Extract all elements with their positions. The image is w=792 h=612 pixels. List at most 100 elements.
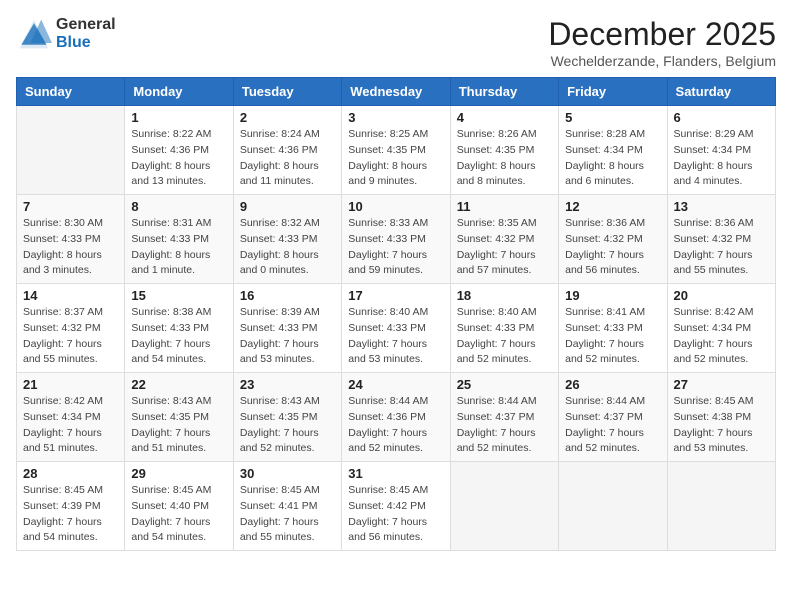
- day-info: Sunrise: 8:45 AMSunset: 4:39 PMDaylight:…: [23, 483, 118, 546]
- day-number: 9: [240, 199, 335, 214]
- day-info: Sunrise: 8:43 AMSunset: 4:35 PMDaylight:…: [240, 394, 335, 457]
- day-number: 14: [23, 288, 118, 303]
- calendar-cell: 7 Sunrise: 8:30 AMSunset: 4:33 PMDaylight…: [17, 195, 125, 284]
- weekday-header: Tuesday: [233, 78, 341, 106]
- calendar-table: SundayMondayTuesdayWednesdayThursdayFrid…: [16, 77, 776, 551]
- calendar-cell: 13 Sunrise: 8:36 AMSunset: 4:32 PMDayligh…: [667, 195, 775, 284]
- weekday-header: Saturday: [667, 78, 775, 106]
- day-info: Sunrise: 8:44 AMSunset: 4:37 PMDaylight:…: [457, 394, 552, 457]
- calendar-cell: 22 Sunrise: 8:43 AMSunset: 4:35 PMDayligh…: [125, 373, 233, 462]
- day-number: 15: [131, 288, 226, 303]
- day-info: Sunrise: 8:45 AMSunset: 4:42 PMDaylight:…: [348, 483, 443, 546]
- day-info: Sunrise: 8:45 AMSunset: 4:38 PMDaylight:…: [674, 394, 769, 457]
- day-number: 18: [457, 288, 552, 303]
- calendar-cell: 9 Sunrise: 8:32 AMSunset: 4:33 PMDaylight…: [233, 195, 341, 284]
- day-number: 17: [348, 288, 443, 303]
- calendar-cell: [667, 462, 775, 551]
- day-info: Sunrise: 8:30 AMSunset: 4:33 PMDaylight:…: [23, 216, 118, 279]
- calendar-cell: [17, 106, 125, 195]
- day-number: 19: [565, 288, 660, 303]
- weekday-header: Friday: [559, 78, 667, 106]
- weekday-header: Thursday: [450, 78, 558, 106]
- calendar-cell: 21 Sunrise: 8:42 AMSunset: 4:34 PMDayligh…: [17, 373, 125, 462]
- day-info: Sunrise: 8:36 AMSunset: 4:32 PMDaylight:…: [674, 216, 769, 279]
- calendar-week-row: 1Sunrise: 8:22 AMSunset: 4:36 PMDaylight…: [17, 106, 776, 195]
- calendar-cell: 3Sunrise: 8:25 AMSunset: 4:35 PMDaylight…: [342, 106, 450, 195]
- day-number: 27: [674, 377, 769, 392]
- calendar-cell: 31 Sunrise: 8:45 AMSunset: 4:42 PMDayligh…: [342, 462, 450, 551]
- calendar-week-row: 7 Sunrise: 8:30 AMSunset: 4:33 PMDaylight…: [17, 195, 776, 284]
- calendar-week-row: 21 Sunrise: 8:42 AMSunset: 4:34 PMDayligh…: [17, 373, 776, 462]
- day-number: 5: [565, 110, 660, 125]
- day-number: 10: [348, 199, 443, 214]
- calendar-cell: 18 Sunrise: 8:40 AMSunset: 4:33 PMDayligh…: [450, 284, 558, 373]
- calendar-cell: 23 Sunrise: 8:43 AMSunset: 4:35 PMDayligh…: [233, 373, 341, 462]
- day-info: Sunrise: 8:35 AMSunset: 4:32 PMDaylight:…: [457, 216, 552, 279]
- day-info: Sunrise: 8:44 AMSunset: 4:36 PMDaylight:…: [348, 394, 443, 457]
- calendar-cell: 12 Sunrise: 8:36 AMSunset: 4:32 PMDayligh…: [559, 195, 667, 284]
- day-info: Sunrise: 8:28 AMSunset: 4:34 PMDaylight:…: [565, 127, 660, 190]
- calendar-cell: [450, 462, 558, 551]
- calendar-cell: 25 Sunrise: 8:44 AMSunset: 4:37 PMDayligh…: [450, 373, 558, 462]
- day-info: Sunrise: 8:40 AMSunset: 4:33 PMDaylight:…: [457, 305, 552, 368]
- day-number: 7: [23, 199, 118, 214]
- day-info: Sunrise: 8:42 AMSunset: 4:34 PMDaylight:…: [23, 394, 118, 457]
- day-number: 13: [674, 199, 769, 214]
- calendar-cell: 19 Sunrise: 8:41 AMSunset: 4:33 PMDayligh…: [559, 284, 667, 373]
- calendar-cell: 5 Sunrise: 8:28 AMSunset: 4:34 PMDaylight…: [559, 106, 667, 195]
- day-info: Sunrise: 8:45 AMSunset: 4:41 PMDaylight:…: [240, 483, 335, 546]
- day-info: Sunrise: 8:41 AMSunset: 4:33 PMDaylight:…: [565, 305, 660, 368]
- calendar-cell: 6Sunrise: 8:29 AMSunset: 4:34 PMDaylight…: [667, 106, 775, 195]
- day-info: Sunrise: 8:25 AMSunset: 4:35 PMDaylight:…: [348, 127, 443, 190]
- day-info: Sunrise: 8:45 AMSunset: 4:40 PMDaylight:…: [131, 483, 226, 546]
- calendar-cell: 29 Sunrise: 8:45 AMSunset: 4:40 PMDayligh…: [125, 462, 233, 551]
- calendar-header-row: SundayMondayTuesdayWednesdayThursdayFrid…: [17, 78, 776, 106]
- day-number: 6: [674, 110, 769, 125]
- calendar-cell: 30Sunrise: 8:45 AMSunset: 4:41 PMDayligh…: [233, 462, 341, 551]
- day-number: 2: [240, 110, 335, 125]
- page-header: General Blue December 2025 Wechelderzand…: [16, 16, 776, 69]
- day-number: 20: [674, 288, 769, 303]
- weekday-header: Sunday: [17, 78, 125, 106]
- calendar-cell: 2Sunrise: 8:24 AMSunset: 4:36 PMDaylight…: [233, 106, 341, 195]
- day-number: 26: [565, 377, 660, 392]
- day-number: 31: [348, 466, 443, 481]
- day-number: 1: [131, 110, 226, 125]
- weekday-header: Monday: [125, 78, 233, 106]
- location-text: Wechelderzande, Flanders, Belgium: [548, 53, 776, 69]
- month-title: December 2025: [548, 16, 776, 53]
- day-info: Sunrise: 8:42 AMSunset: 4:34 PMDaylight:…: [674, 305, 769, 368]
- logo-text: General Blue: [56, 16, 116, 51]
- day-number: 16: [240, 288, 335, 303]
- day-info: Sunrise: 8:32 AMSunset: 4:33 PMDaylight:…: [240, 216, 335, 279]
- calendar-cell: 17 Sunrise: 8:40 AMSunset: 4:33 PMDayligh…: [342, 284, 450, 373]
- day-number: 8: [131, 199, 226, 214]
- logo-blue-text: Blue: [56, 34, 116, 52]
- day-number: 12: [565, 199, 660, 214]
- calendar-cell: 8Sunrise: 8:31 AMSunset: 4:33 PMDaylight…: [125, 195, 233, 284]
- calendar-cell: [559, 462, 667, 551]
- calendar-cell: 4Sunrise: 8:26 AMSunset: 4:35 PMDaylight…: [450, 106, 558, 195]
- day-number: 29: [131, 466, 226, 481]
- calendar-cell: 15 Sunrise: 8:38 AMSunset: 4:33 PMDayligh…: [125, 284, 233, 373]
- day-info: Sunrise: 8:44 AMSunset: 4:37 PMDaylight:…: [565, 394, 660, 457]
- day-info: Sunrise: 8:33 AMSunset: 4:33 PMDaylight:…: [348, 216, 443, 279]
- day-number: 24: [348, 377, 443, 392]
- day-number: 21: [23, 377, 118, 392]
- calendar-cell: 24 Sunrise: 8:44 AMSunset: 4:36 PMDayligh…: [342, 373, 450, 462]
- calendar-week-row: 14Sunrise: 8:37 AMSunset: 4:32 PMDayligh…: [17, 284, 776, 373]
- day-number: 23: [240, 377, 335, 392]
- day-info: Sunrise: 8:36 AMSunset: 4:32 PMDaylight:…: [565, 216, 660, 279]
- day-info: Sunrise: 8:43 AMSunset: 4:35 PMDaylight:…: [131, 394, 226, 457]
- calendar-cell: 10 Sunrise: 8:33 AMSunset: 4:33 PMDayligh…: [342, 195, 450, 284]
- calendar-cell: 28Sunrise: 8:45 AMSunset: 4:39 PMDayligh…: [17, 462, 125, 551]
- day-info: Sunrise: 8:40 AMSunset: 4:33 PMDaylight:…: [348, 305, 443, 368]
- day-number: 4: [457, 110, 552, 125]
- day-info: Sunrise: 8:38 AMSunset: 4:33 PMDaylight:…: [131, 305, 226, 368]
- day-number: 25: [457, 377, 552, 392]
- calendar-cell: 16Sunrise: 8:39 AMSunset: 4:33 PMDayligh…: [233, 284, 341, 373]
- logo-general-text: General: [56, 16, 116, 34]
- calendar-cell: 11Sunrise: 8:35 AMSunset: 4:32 PMDayligh…: [450, 195, 558, 284]
- day-number: 22: [131, 377, 226, 392]
- title-block: December 2025 Wechelderzande, Flanders, …: [548, 16, 776, 69]
